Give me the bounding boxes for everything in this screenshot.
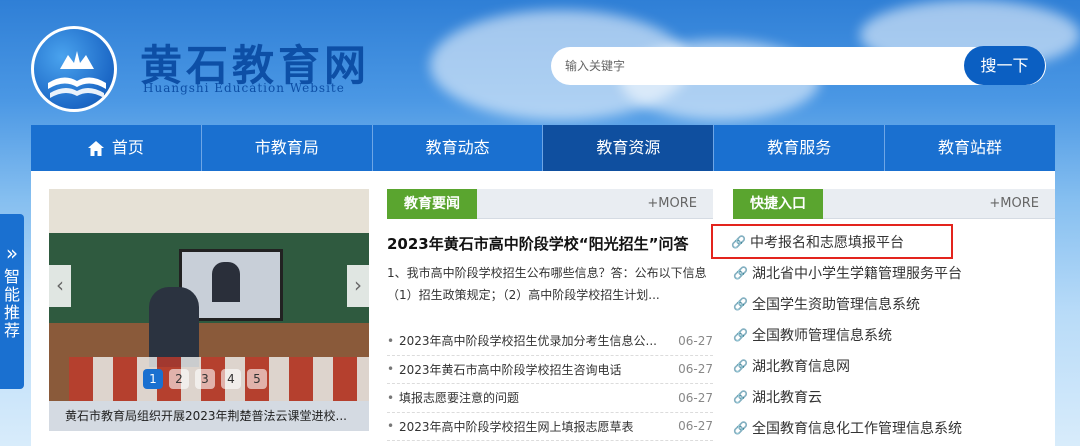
site-logo[interactable] <box>31 26 117 112</box>
search-button[interactable]: 搜一下 <box>964 46 1045 85</box>
quick-link-item[interactable]: 🔗 湖北教育云 <box>733 381 1055 412</box>
list-item[interactable]: • 填报志愿要注意的问题 06-27 <box>387 384 713 413</box>
home-icon <box>87 140 104 156</box>
nav-item-resources[interactable]: 教育资源 <box>543 125 715 171</box>
nav-item-label: 首页 <box>111 138 144 157</box>
news-item-date: 06-27 <box>678 419 713 434</box>
quick-link-item[interactable]: 🔗 全国教师管理信息系统 <box>733 319 1055 350</box>
news-summary[interactable]: 1、我市高中阶段学校招生公布哪些信息？答：公布以下信息（1）招生政策规定；（2）… <box>387 262 713 306</box>
smart-recommend-label: 智能推荐 <box>3 267 20 340</box>
news-item-date: 06-27 <box>678 390 713 405</box>
link-icon: 🔗 <box>733 328 748 342</box>
news-tag[interactable]: 教育要闻 <box>387 189 477 219</box>
list-item[interactable]: • 2023年高中阶段学校招生优录加分考生信息公... 06-27 <box>387 327 713 356</box>
nav-item-home[interactable]: 首页 <box>31 125 202 171</box>
nav-item-label: 教育服务 <box>767 138 832 157</box>
site-header: 黄石教育网 Huangshi Education Website 搜一下 <box>0 0 1080 125</box>
carousel-dot[interactable]: 3 <box>195 369 215 389</box>
carousel-dots: 1 2 3 4 5 <box>143 369 267 389</box>
search-input[interactable] <box>565 47 945 85</box>
quick-link-item[interactable]: 🔗 湖北省中小学生学籍管理服务平台 <box>733 257 1055 288</box>
smart-recommend-tab[interactable]: » 智能推荐 <box>0 214 24 389</box>
carousel-image-speaker <box>149 287 199 367</box>
nav-item-news[interactable]: 教育动态 <box>373 125 544 171</box>
bullet-icon: • <box>387 362 395 377</box>
carousel-prev-button[interactable]: ‹ <box>49 265 71 307</box>
carousel-image-figure <box>212 262 240 302</box>
nav-item-city-bureau[interactable]: 市教育局 <box>202 125 373 171</box>
list-item[interactable]: • 2023年高中阶段学校招生网上填报志愿草表 06-27 <box>387 413 713 441</box>
nav-item-site-group[interactable]: 教育站群 <box>885 125 1055 171</box>
quick-header: 快捷入口 +MORE <box>733 189 1055 219</box>
main-nav: 首页 市教育局 教育动态 教育资源 教育服务 教育站群 <box>31 125 1055 171</box>
carousel-dot[interactable]: 5 <box>247 369 267 389</box>
news-item-title: 2023年高中阶段学校招生优录加分考生信息公... <box>399 334 657 349</box>
news-item-date: 06-27 <box>678 362 713 377</box>
news-item-title: 2023年高中阶段学校招生网上填报志愿草表 <box>399 419 634 434</box>
quick-link-label: 湖北省中小学生学籍管理服务平台 <box>752 265 962 282</box>
carousel-dot[interactable]: 2 <box>169 369 189 389</box>
list-item[interactable]: • 2023年黄石市高中阶段学校招生咨询电话 06-27 <box>387 356 713 384</box>
nav-item-label: 市教育局 <box>254 138 319 157</box>
news-more-link[interactable]: +MORE <box>647 189 697 219</box>
news-headline[interactable]: 2023年黄石市高中阶段学校“阳光招生”问答 <box>387 233 688 254</box>
quick-link-item[interactable]: 🔗 全国教育信息化工作管理信息系统 <box>733 412 1055 443</box>
quick-links-list: 🔗 中考报名和志愿填报平台 🔗 湖北省中小学生学籍管理服务平台 🔗 全国学生资助… <box>711 224 1055 443</box>
quick-more-link[interactable]: +MORE <box>989 189 1039 219</box>
link-icon: 🔗 <box>733 390 748 404</box>
quick-link-label: 湖北教育信息网 <box>752 358 850 375</box>
link-icon: 🔗 <box>733 266 748 280</box>
news-item-date: 06-27 <box>678 333 713 348</box>
link-icon: 🔗 <box>733 421 748 435</box>
carousel-caption[interactable]: 黄石市教育局组织开展2023年荆楚普法云课堂进校... <box>49 401 369 431</box>
quick-link-label: 全国教育信息化工作管理信息系统 <box>752 420 962 437</box>
nav-item-label: 教育动态 <box>425 138 490 157</box>
news-item-title: 填报志愿要注意的问题 <box>399 391 520 406</box>
quick-tag[interactable]: 快捷入口 <box>733 189 823 219</box>
nav-item-label: 教育资源 <box>596 138 661 157</box>
site-subtitle: Huangshi Education Website <box>143 81 345 95</box>
news-carousel[interactable]: 黄石市教育局组织开展2023年荆楚普法云课堂进校... <box>49 189 369 431</box>
carousel-next-button[interactable]: › <box>347 265 369 307</box>
bullet-icon: • <box>387 419 395 434</box>
link-icon: 🔗 <box>733 297 748 311</box>
news-item-title: 2023年黄石市高中阶段学校招生咨询电话 <box>399 362 622 377</box>
link-icon: 🔗 <box>733 359 748 373</box>
nav-item-label: 教育站群 <box>938 138 1003 157</box>
carousel-dot[interactable]: 1 <box>143 369 163 389</box>
news-header: 教育要闻 +MORE <box>387 189 713 219</box>
nav-item-services[interactable]: 教育服务 <box>714 125 886 171</box>
carousel-dot[interactable]: 4 <box>221 369 241 389</box>
bullet-icon: • <box>387 390 395 405</box>
quick-link-label: 湖北教育云 <box>752 389 822 406</box>
quick-link-label: 中考报名和志愿填报平台 <box>750 234 904 251</box>
quick-link-item[interactable]: 🔗 湖北教育信息网 <box>733 350 1055 381</box>
double-chevron-right-icon: » <box>5 241 19 265</box>
quick-link-item[interactable]: 🔗 全国学生资助管理信息系统 <box>733 288 1055 319</box>
carousel-image-wall <box>49 189 369 233</box>
quick-link-label: 全国教师管理信息系统 <box>752 327 892 344</box>
quick-link-item[interactable]: 🔗 中考报名和志愿填报平台 <box>711 224 953 259</box>
quick-link-label: 全国学生资助管理信息系统 <box>752 296 920 313</box>
bullet-icon: • <box>387 333 395 348</box>
book-logo-icon <box>48 51 106 98</box>
link-icon: 🔗 <box>731 235 746 249</box>
news-list: • 2023年高中阶段学校招生优录加分考生信息公... 06-27 • 2023… <box>387 327 713 441</box>
